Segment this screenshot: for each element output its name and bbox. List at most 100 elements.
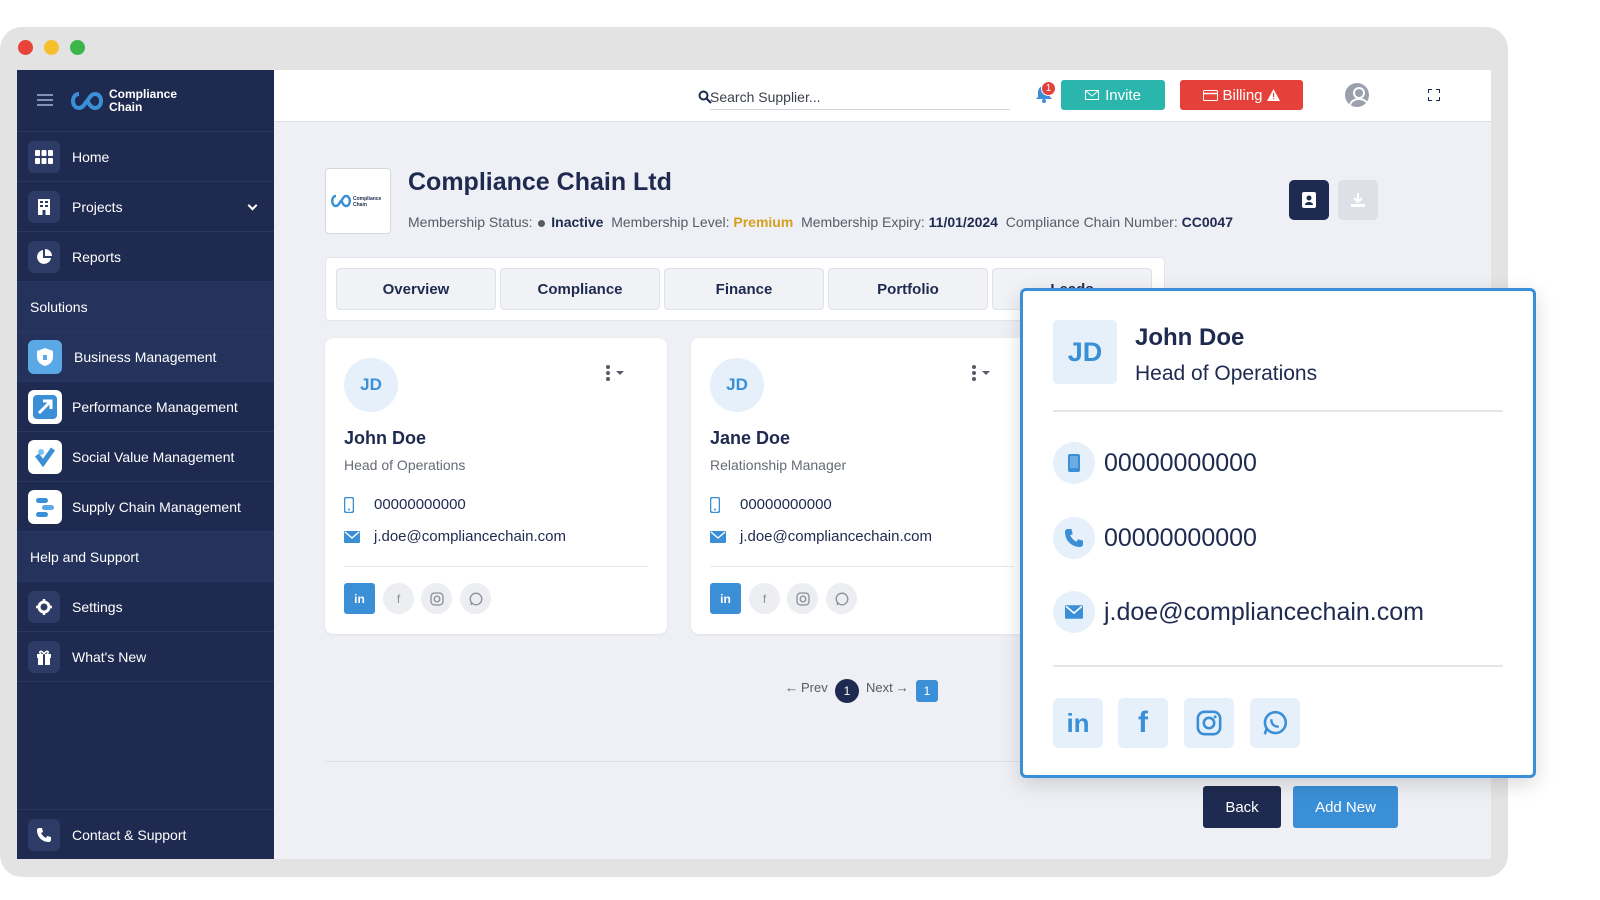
sidebar-item-contact-support[interactable]: Contact & Support bbox=[17, 809, 274, 859]
building-icon bbox=[28, 190, 60, 223]
sidebar-item-projects[interactable]: Projects bbox=[17, 182, 274, 232]
contact-phone-row: 00000000000 bbox=[710, 496, 832, 513]
contact-phone: 00000000000 bbox=[740, 496, 832, 513]
tab-overview[interactable]: Overview bbox=[336, 268, 496, 310]
company-meta: Membership Status: Inactive Membership L… bbox=[408, 214, 1233, 230]
download-button[interactable] bbox=[1338, 180, 1378, 220]
close-window-button[interactable] bbox=[18, 40, 33, 55]
heart-app-icon bbox=[28, 439, 62, 474]
popup-phone-row: 00000000000 bbox=[1053, 517, 1257, 559]
contact-role: Relationship Manager bbox=[710, 457, 847, 473]
contact-email-row: j.doe@compliancechain.com bbox=[344, 528, 566, 545]
billing-button[interactable]: Billing bbox=[1180, 80, 1303, 110]
sidebar-item-label: Contact & Support bbox=[72, 826, 187, 843]
more-options-icon[interactable] bbox=[970, 364, 992, 382]
arrow-app-icon bbox=[28, 389, 62, 424]
sidebar-item-home[interactable]: Home bbox=[17, 132, 274, 182]
contact-role: Head of Operations bbox=[344, 457, 466, 473]
pagination-total[interactable]: 1 bbox=[916, 680, 938, 702]
divider bbox=[1053, 410, 1503, 412]
membership-expiry: 11/01/2024 bbox=[928, 214, 998, 230]
notification-bell-button[interactable]: 1 bbox=[1035, 81, 1057, 108]
arrow-right-icon: → bbox=[895, 680, 909, 695]
status-dot-icon bbox=[538, 219, 546, 227]
sidebar-item-reports[interactable]: Reports bbox=[17, 232, 274, 282]
contact-phone: 00000000000 bbox=[374, 496, 466, 513]
popup-email-row: j.doe@compliancechain.com bbox=[1053, 591, 1424, 633]
linkedin-icon[interactable]: in bbox=[344, 583, 375, 614]
company-logo: Compliance Chain bbox=[325, 168, 391, 234]
sidebar-item-label: Reports bbox=[72, 248, 122, 265]
membership-expiry-label: Membership Expiry: bbox=[801, 214, 925, 230]
minimize-window-button[interactable] bbox=[44, 40, 59, 55]
tab-compliance[interactable]: Compliance bbox=[500, 268, 660, 310]
arrow-left-icon: ← bbox=[785, 680, 798, 695]
popup-email[interactable]: j.doe@compliancechain.com bbox=[1104, 598, 1424, 627]
linkedin-icon[interactable]: in bbox=[710, 583, 741, 614]
pie-chart-icon bbox=[28, 240, 60, 273]
whatsapp-icon[interactable] bbox=[460, 583, 491, 614]
sidebar-section-solutions: Solutions bbox=[17, 282, 274, 332]
user-avatar-icon[interactable] bbox=[1345, 83, 1369, 107]
app-logo[interactable]: Compliance Chain bbox=[69, 88, 189, 114]
divider bbox=[344, 566, 648, 567]
whatsapp-icon[interactable] bbox=[1250, 698, 1300, 748]
divider bbox=[710, 566, 1014, 567]
linkedin-icon[interactable]: in bbox=[1053, 698, 1103, 748]
phone-icon bbox=[28, 818, 60, 851]
instagram-icon[interactable] bbox=[787, 583, 818, 614]
tab-portfolio[interactable]: Portfolio bbox=[828, 268, 988, 310]
contact-detail-popup: JD John Doe Head of Operations 000000000… bbox=[1020, 288, 1536, 778]
sidebar-item-label: Business Management bbox=[74, 348, 217, 365]
instagram-icon[interactable] bbox=[421, 583, 452, 614]
add-new-button[interactable]: Add New bbox=[1293, 786, 1398, 828]
invite-button[interactable]: Invite bbox=[1061, 80, 1165, 110]
instagram-icon[interactable] bbox=[1184, 698, 1234, 748]
menu-icon[interactable] bbox=[37, 94, 53, 106]
sidebar-item-settings[interactable]: Settings bbox=[17, 582, 274, 632]
fullscreen-icon[interactable] bbox=[1428, 89, 1440, 101]
sidebar: Compliance Chain Home Projects Reports So… bbox=[17, 70, 274, 859]
mobile-icon bbox=[710, 496, 720, 513]
download-icon bbox=[1351, 193, 1365, 207]
search-field[interactable]: Search Supplier... bbox=[698, 84, 1010, 110]
mobile-icon bbox=[344, 496, 354, 513]
facebook-icon[interactable]: f bbox=[749, 583, 780, 614]
grid-icon bbox=[28, 140, 60, 173]
sidebar-item-label: What's New bbox=[72, 648, 147, 665]
search-input[interactable]: Search Supplier... bbox=[710, 89, 821, 105]
back-button[interactable]: Back bbox=[1203, 786, 1281, 828]
sidebar-item-whats-new[interactable]: What's New bbox=[17, 632, 274, 682]
popup-role: Head of Operations bbox=[1135, 362, 1318, 385]
top-bar: Search Supplier... 1 Invite Billing bbox=[274, 70, 1491, 122]
pagination-prev-label: Prev bbox=[801, 680, 828, 695]
sidebar-item-performance-management[interactable]: Performance Management bbox=[17, 382, 274, 432]
facebook-icon[interactable]: f bbox=[1118, 698, 1168, 748]
company-name: Compliance Chain Ltd bbox=[408, 168, 672, 196]
sidebar-item-supply-chain-management[interactable]: Supply Chain Management bbox=[17, 482, 274, 532]
compliance-number-label: Compliance Chain Number: bbox=[1005, 214, 1178, 230]
chain-app-icon bbox=[28, 489, 62, 524]
shield-app-icon bbox=[28, 339, 62, 374]
gear-icon bbox=[28, 590, 60, 623]
maximize-window-button[interactable] bbox=[70, 40, 85, 55]
contact-email[interactable]: j.doe@compliancechain.com bbox=[740, 528, 932, 545]
pagination-page-current[interactable]: 1 bbox=[835, 679, 859, 703]
profile-card-button[interactable] bbox=[1289, 180, 1329, 220]
contact-email[interactable]: j.doe@compliancechain.com bbox=[374, 528, 566, 545]
chevron-down-icon[interactable] bbox=[247, 200, 258, 211]
pagination-prev[interactable]: ← Prev bbox=[785, 680, 828, 695]
popup-mobile: 00000000000 bbox=[1104, 448, 1257, 477]
sidebar-item-social-value-management[interactable]: Social Value Management bbox=[17, 432, 274, 482]
sidebar-header: Compliance Chain bbox=[17, 70, 274, 132]
sidebar-item-business-management[interactable]: Business Management bbox=[17, 332, 274, 382]
contact-card-icon bbox=[1302, 192, 1316, 208]
more-options-icon[interactable] bbox=[604, 364, 626, 382]
contact-phone-row: 00000000000 bbox=[344, 496, 466, 513]
tab-finance[interactable]: Finance bbox=[664, 268, 824, 310]
sidebar-item-label: Social Value Management bbox=[72, 448, 235, 465]
infinity-logo-icon bbox=[71, 91, 103, 111]
pagination-next[interactable]: Next → bbox=[866, 680, 909, 695]
facebook-icon[interactable]: f bbox=[383, 583, 414, 614]
whatsapp-icon[interactable] bbox=[826, 583, 857, 614]
